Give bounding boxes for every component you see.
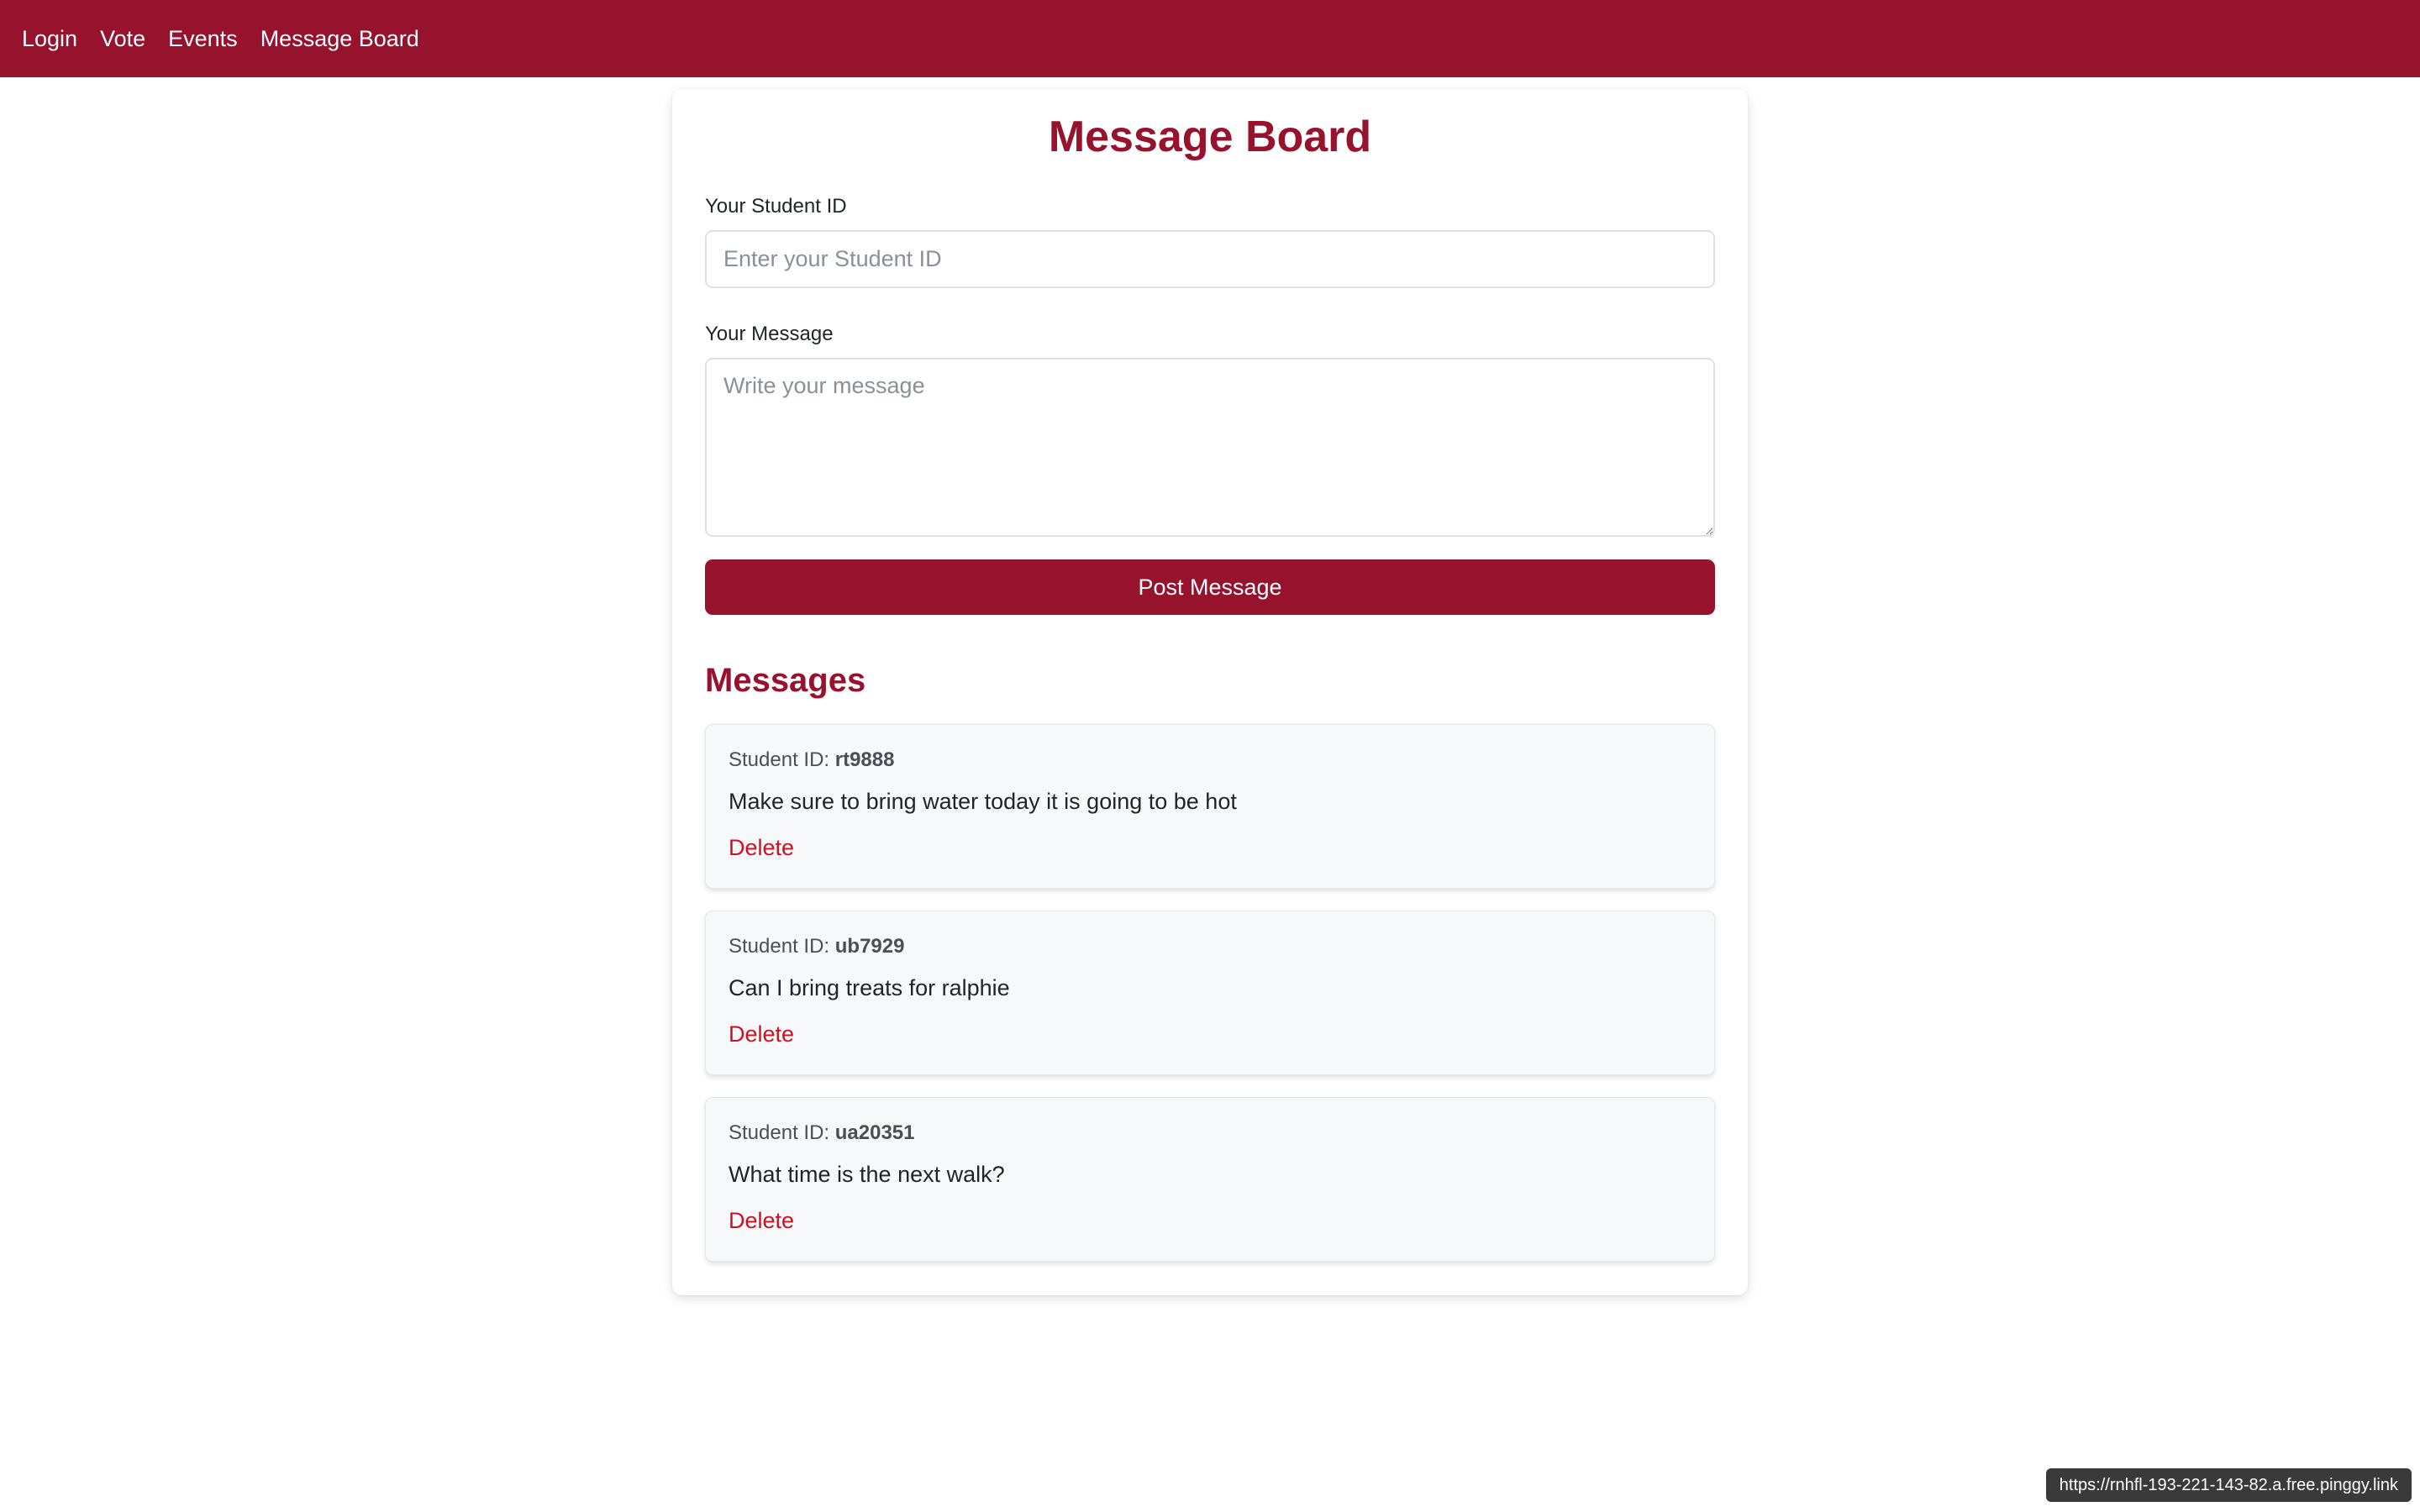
top-navbar: Login Vote Events Message Board bbox=[0, 0, 2420, 77]
student-id-label: Your Student ID bbox=[705, 195, 847, 218]
message-card: Student ID: ub7929 Can I bring treats fo… bbox=[705, 911, 1715, 1076]
link-url-tooltip: https://rnhfl-193-221-143-82.a.free.ping… bbox=[2045, 1468, 2412, 1502]
message-card: Student ID: rt9888 Make sure to bring wa… bbox=[705, 724, 1715, 890]
message-text: Can I bring treats for ralphie bbox=[729, 975, 1010, 1001]
student-id-prefix: Student ID: bbox=[729, 748, 830, 772]
message-student-id: ub7929 bbox=[834, 935, 905, 958]
message-text: Make sure to bring water today it is goi… bbox=[729, 789, 1237, 815]
message-meta: Student ID: ub7929 bbox=[729, 937, 1691, 957]
message-list: Student ID: rt9888 Make sure to bring wa… bbox=[705, 724, 1715, 1263]
delete-button[interactable]: Delete bbox=[729, 1023, 794, 1046]
nav-link-vote[interactable]: Vote bbox=[100, 27, 145, 50]
delete-button[interactable]: Delete bbox=[729, 1210, 794, 1232]
message-textarea[interactable] bbox=[705, 358, 1715, 538]
message-card: Student ID: ua20351 What time is the nex… bbox=[705, 1097, 1715, 1263]
messages-heading: Messages bbox=[705, 662, 866, 700]
message-board-card: Message Board Your Student ID Your Messa… bbox=[672, 89, 1748, 1295]
message-meta: Student ID: ua20351 bbox=[729, 1123, 1691, 1143]
message-text: What time is the next walk? bbox=[729, 1162, 1005, 1188]
message-student-id: ua20351 bbox=[834, 1121, 915, 1145]
message-label: Your Message bbox=[705, 323, 834, 346]
post-message-form: Your Student ID Your Message Post Messag… bbox=[705, 195, 1715, 616]
student-id-prefix: Student ID: bbox=[729, 1121, 830, 1145]
student-id-prefix: Student ID: bbox=[729, 935, 830, 958]
nav-link-message-board[interactable]: Message Board bbox=[260, 27, 419, 50]
message-meta: Student ID: rt9888 bbox=[729, 750, 1691, 770]
delete-button[interactable]: Delete bbox=[729, 837, 794, 859]
nav-link-login[interactable]: Login bbox=[22, 27, 77, 50]
message-student-id: rt9888 bbox=[834, 748, 895, 772]
nav-link-events[interactable]: Events bbox=[168, 27, 238, 50]
post-message-button[interactable]: Post Message bbox=[705, 559, 1715, 616]
student-id-input[interactable] bbox=[705, 230, 1715, 289]
page-title: Message Board bbox=[1048, 113, 1372, 161]
